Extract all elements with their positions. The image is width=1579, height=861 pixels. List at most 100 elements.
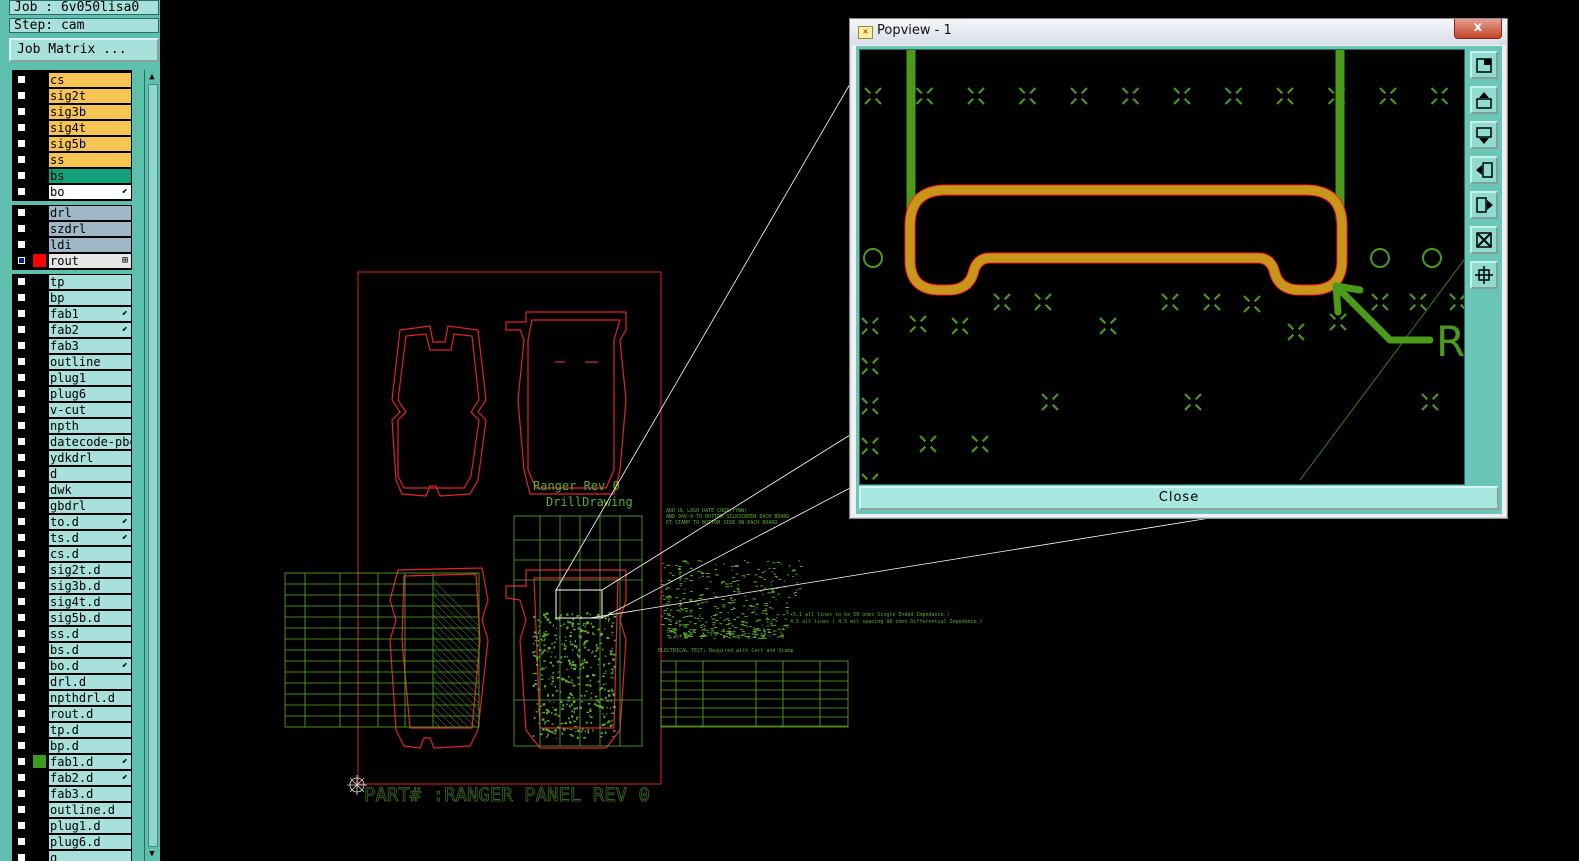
layer-name[interactable]: fab2 ⬋ (49, 323, 131, 337)
layer-row[interactable]: outline.d (12, 802, 132, 817)
layer-row[interactable]: bo ⬋ (12, 184, 132, 199)
layer-row[interactable]: tp.d (12, 722, 132, 737)
layer-checkbox[interactable] (17, 613, 26, 622)
layer-row[interactable]: outline (12, 354, 132, 369)
layer-checkbox[interactable] (17, 171, 26, 180)
layer-checkbox[interactable] (17, 373, 26, 382)
layer-row[interactable]: datecode-pbe (12, 434, 132, 449)
layer-name[interactable]: outline (49, 355, 131, 369)
layer-row[interactable]: sig4t.d (12, 594, 132, 609)
layer-checkbox[interactable] (17, 693, 26, 702)
layer-name[interactable]: cs (49, 73, 131, 87)
layer-checkbox[interactable] (17, 107, 26, 116)
layer-name[interactable]: tp (49, 275, 131, 289)
layer-name[interactable]: sig3b.d (49, 579, 131, 593)
layer-row[interactable]: szdrl (12, 221, 132, 236)
layer-checkbox[interactable] (17, 155, 26, 164)
layer-name[interactable]: sig3b (49, 105, 131, 119)
layer-row[interactable]: cs (12, 72, 132, 87)
layer-name[interactable]: bo ⬋ (49, 185, 131, 199)
layer-row[interactable]: fab2.d ⬋ (12, 770, 132, 785)
layer-name[interactable]: sig5b (49, 137, 131, 151)
layer-name[interactable]: plug6.d (49, 835, 131, 849)
pan-right-button[interactable] (1470, 191, 1498, 219)
layer-row[interactable]: fab3 (12, 338, 132, 353)
layer-checkbox[interactable] (17, 123, 26, 132)
layer-checkbox[interactable] (17, 453, 26, 462)
layer-row[interactable]: q (12, 850, 132, 861)
layer-checkbox[interactable] (17, 139, 26, 148)
layer-checkbox[interactable] (17, 597, 26, 606)
layer-row[interactable]: dwk (12, 482, 132, 497)
layer-checkbox[interactable] (17, 437, 26, 446)
layer-name[interactable]: bp.d (49, 739, 131, 753)
layer-name[interactable]: q (49, 851, 131, 861)
layer-name[interactable]: plug1 (49, 371, 131, 385)
layer-row[interactable]: sig3b (12, 104, 132, 119)
pan-left-button[interactable] (1470, 156, 1498, 184)
layer-row[interactable]: fab1.d ⬋ (12, 754, 132, 769)
layer-name[interactable]: fab2.d ⬋ (49, 771, 131, 785)
layer-checkbox[interactable] (17, 389, 26, 398)
layer-name[interactable]: rout ⊞ (49, 254, 131, 268)
layer-checkbox[interactable] (17, 309, 26, 318)
layer-checkbox[interactable] (17, 469, 26, 478)
layer-name[interactable]: sig4t (49, 121, 131, 135)
layer-row[interactable]: drl (12, 205, 132, 220)
layer-row[interactable]: rout.d (12, 706, 132, 721)
layer-checkbox[interactable] (17, 757, 26, 766)
layer-row[interactable]: npth (12, 418, 132, 433)
layer-checkbox[interactable] (17, 853, 26, 861)
layer-row[interactable]: sig3b.d (12, 578, 132, 593)
layer-checkbox[interactable] (17, 709, 26, 718)
layer-name[interactable]: bs (49, 169, 131, 183)
layer-row[interactable]: v-cut (12, 402, 132, 417)
layer-checkbox[interactable] (17, 533, 26, 542)
window-close-button[interactable]: x (1454, 19, 1502, 39)
layer-checkbox[interactable] (17, 485, 26, 494)
layer-name[interactable]: drl (49, 206, 131, 220)
layer-checkbox[interactable] (17, 325, 26, 334)
layer-checkbox[interactable] (17, 549, 26, 558)
layer-row[interactable]: ldi (12, 237, 132, 252)
layer-row[interactable]: fab3.d (12, 786, 132, 801)
layer-checkbox[interactable] (17, 837, 26, 846)
layer-name[interactable]: cs.d (49, 547, 131, 561)
layer-name[interactable]: rout.d (49, 707, 131, 721)
layer-row[interactable]: bs (12, 168, 132, 183)
layer-name[interactable]: gbdrl (49, 499, 131, 513)
layer-checkbox[interactable] (17, 629, 26, 638)
layer-row[interactable]: npthdrl.d (12, 690, 132, 705)
layer-row[interactable]: bo.d ⬋ (12, 658, 132, 673)
layer-checkbox[interactable] (17, 240, 26, 249)
zoom-fit-button[interactable] (1470, 51, 1498, 79)
layer-name[interactable]: sig2t (49, 89, 131, 103)
layer-name[interactable]: ldi (49, 238, 131, 252)
layer-name[interactable]: npthdrl.d (49, 691, 131, 705)
layer-row[interactable]: cs.d (12, 546, 132, 561)
layer-row[interactable]: plug6 (12, 386, 132, 401)
layer-name[interactable]: plug6 (49, 387, 131, 401)
layer-row[interactable]: plug6.d (12, 834, 132, 849)
layer-row[interactable]: tp (12, 274, 132, 289)
layer-row[interactable]: sig2t (12, 88, 132, 103)
layer-checkbox[interactable] (17, 677, 26, 686)
layer-checkbox[interactable] (17, 357, 26, 366)
layer-row[interactable]: rout ⊞ (12, 253, 132, 268)
layer-row[interactable]: d (12, 466, 132, 481)
layer-name[interactable]: ts.d ⬋ (49, 531, 131, 545)
layer-checkbox[interactable] (17, 805, 26, 814)
layer-name[interactable]: bo.d ⬋ (49, 659, 131, 673)
layer-checkbox[interactable] (17, 208, 26, 217)
layer-row[interactable]: sig4t (12, 120, 132, 135)
layer-name[interactable]: sig5b.d (49, 611, 131, 625)
layer-name[interactable]: npth (49, 419, 131, 433)
layer-checkbox[interactable] (17, 741, 26, 750)
layer-checkbox[interactable] (17, 501, 26, 510)
layer-row[interactable]: gbdrl (12, 498, 132, 513)
zoom-home-button[interactable] (1470, 226, 1498, 254)
layer-row[interactable]: plug1.d (12, 818, 132, 833)
scroll-up-icon[interactable]: ▲ (146, 71, 158, 83)
layer-name[interactable]: szdrl (49, 222, 131, 236)
layer-name[interactable]: plug1.d (49, 819, 131, 833)
